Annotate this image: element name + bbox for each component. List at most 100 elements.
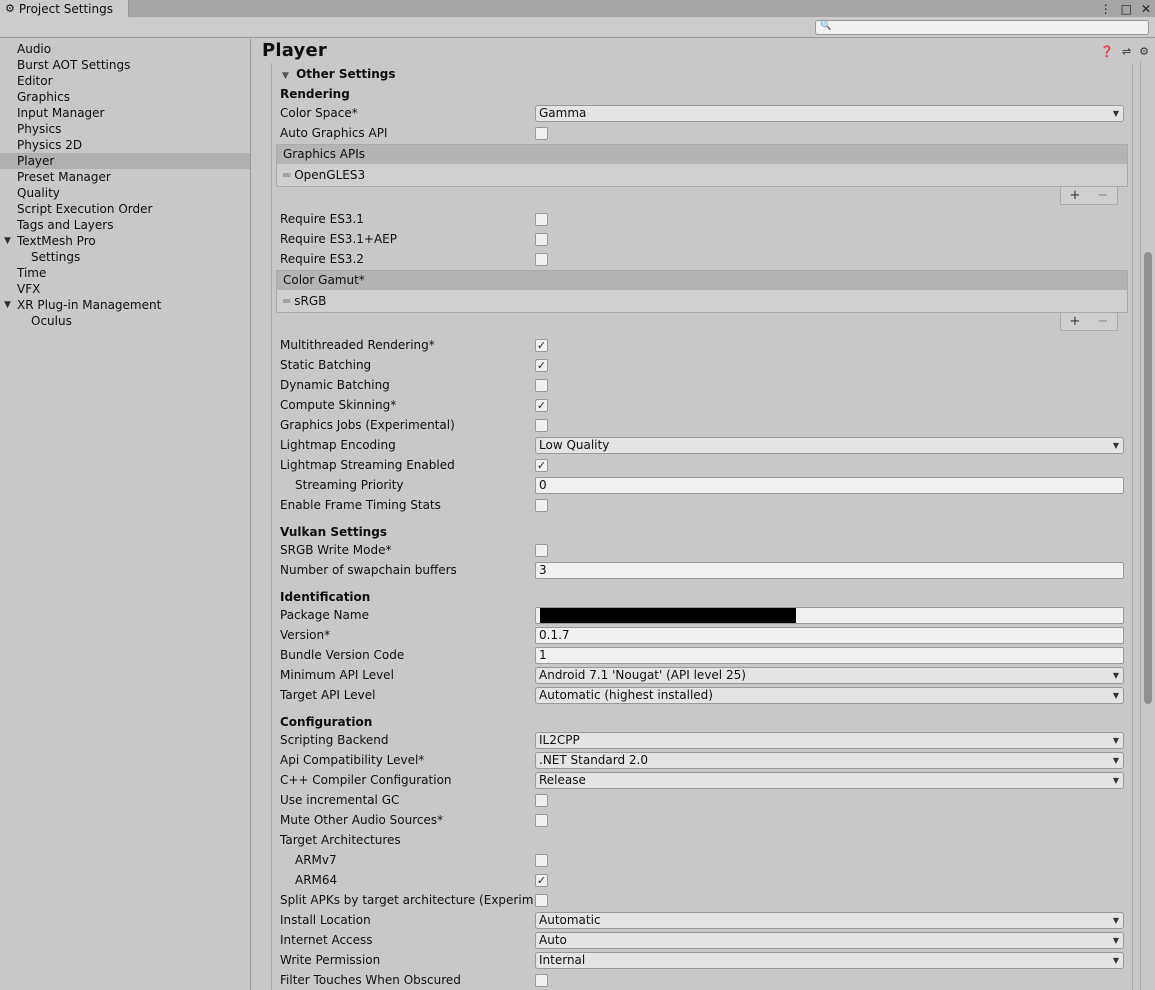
- sidebar-item-audio[interactable]: Audio: [0, 41, 250, 57]
- sidebar-item-textmesh-pro[interactable]: ▼ TextMesh Pro: [0, 233, 250, 249]
- remove-icon[interactable]: −: [1098, 314, 1109, 329]
- scripting-backend-row: Scripting Backend IL2CPP ▼: [280, 731, 1132, 751]
- internet-access-dropdown[interactable]: Auto ▼: [535, 932, 1124, 949]
- search-icon: 🔍: [820, 21, 832, 31]
- sidebar-item-xr-plug-in-management[interactable]: ▼ XR Plug-in Management: [0, 297, 250, 313]
- scripting-backend-dropdown[interactable]: IL2CPP ▼: [535, 732, 1124, 749]
- color-space-dropdown[interactable]: Gamma ▼: [535, 105, 1124, 122]
- sidebar-item-burst-aot-settings[interactable]: Burst AOT Settings: [0, 57, 250, 73]
- sidebar-item-label: TextMesh Pro: [17, 234, 96, 248]
- chevron-down-icon: ▼: [1112, 776, 1119, 785]
- sidebar-item-graphics[interactable]: Graphics: [0, 89, 250, 105]
- cpp-config-label: C++ Compiler Configuration: [280, 773, 452, 787]
- swapchain-field[interactable]: 3: [535, 562, 1124, 579]
- search-input[interactable]: 🔍: [815, 20, 1149, 35]
- multithreaded-checkbox[interactable]: ✓: [535, 339, 548, 352]
- package-name-field[interactable]: [535, 607, 1124, 624]
- arm64-checkbox[interactable]: ✓: [535, 874, 548, 887]
- page-title: Player: [262, 40, 327, 61]
- settings-sidebar: Audio Burst AOT Settings Editor Graphics Inp…: [0, 39, 251, 990]
- filter-touches-checkbox[interactable]: [535, 974, 548, 987]
- srgb-write-checkbox[interactable]: [535, 544, 548, 557]
- target-api-dropdown[interactable]: Automatic (highest installed) ▼: [535, 687, 1124, 704]
- remove-icon[interactable]: −: [1098, 188, 1109, 203]
- sidebar-item-label: Script Execution Order: [17, 202, 153, 216]
- list-item[interactable]: ═ sRGB: [277, 290, 1127, 312]
- chevron-down-icon: ▼: [1112, 441, 1119, 450]
- frame-timing-checkbox[interactable]: [535, 499, 548, 512]
- auto-graphics-api-checkbox[interactable]: [535, 127, 548, 140]
- settings-gear-icon[interactable]: ⚙: [1139, 45, 1149, 58]
- install-location-dropdown[interactable]: Automatic ▼: [535, 912, 1124, 929]
- other-settings-foldout[interactable]: ▼ Other Settings: [282, 67, 395, 81]
- foldout-arrow-icon[interactable]: ▼: [4, 297, 11, 313]
- scripting-backend-label: Scripting Backend: [280, 733, 389, 747]
- mute-audio-checkbox[interactable]: [535, 814, 548, 827]
- split-apks-row: Split APKs by target architecture (Exper…: [280, 891, 1132, 911]
- sidebar-item-label: Burst AOT Settings: [17, 58, 131, 72]
- sidebar-item-input-manager[interactable]: Input Manager: [0, 105, 250, 121]
- lightmap-streaming-checkbox[interactable]: ✓: [535, 459, 548, 472]
- sidebar-item-time[interactable]: Time: [0, 265, 250, 281]
- sidebar-item-label: Input Manager: [17, 106, 105, 120]
- cpp-config-row: C++ Compiler Configuration Release ▼: [280, 771, 1132, 791]
- mute-audio-label: Mute Other Audio Sources*: [280, 813, 444, 827]
- lightmap-encoding-dropdown[interactable]: Low Quality ▼: [535, 437, 1124, 454]
- sidebar-item-label: VFX: [17, 282, 41, 296]
- write-permission-label: Write Permission: [280, 953, 381, 967]
- add-icon[interactable]: +: [1070, 314, 1081, 329]
- sidebar-item-label: Editor: [17, 74, 53, 88]
- bundle-code-field[interactable]: 1: [535, 647, 1124, 664]
- title-bar: ⚙ Project Settings ⋮ □ ✕: [0, 0, 1155, 17]
- dynamic-batching-checkbox[interactable]: [535, 379, 548, 392]
- sidebar-item-physics[interactable]: Physics: [0, 121, 250, 137]
- require-es31aep-checkbox[interactable]: [535, 233, 548, 246]
- foldout-arrow-icon[interactable]: ▼: [4, 233, 11, 249]
- require-es31aep-row: Require ES3.1+AEP: [280, 230, 1132, 250]
- sidebar-item-tags-and-layers[interactable]: Tags and Layers: [0, 217, 250, 233]
- sidebar-item-oculus[interactable]: Oculus: [0, 313, 250, 329]
- project-settings-tab[interactable]: ⚙ Project Settings: [0, 0, 129, 17]
- drag-handle-icon[interactable]: ═: [283, 168, 290, 182]
- api-compat-dropdown[interactable]: .NET Standard 2.0 ▼: [535, 752, 1124, 769]
- srgb-write-row: SRGB Write Mode*: [280, 541, 1132, 561]
- list-item[interactable]: ═ OpenGLES3: [277, 164, 1127, 186]
- min-api-dropdown[interactable]: Android 7.1 'Nougat' (API level 25) ▼: [535, 667, 1124, 684]
- sidebar-item-preset-manager[interactable]: Preset Manager: [0, 169, 250, 185]
- add-icon[interactable]: +: [1070, 188, 1081, 203]
- scrollbar-thumb[interactable]: [1144, 252, 1152, 704]
- lightmap-streaming-label: Lightmap Streaming Enabled: [280, 458, 455, 472]
- incremental-gc-checkbox[interactable]: [535, 794, 548, 807]
- split-apks-checkbox[interactable]: [535, 894, 548, 907]
- require-es31-checkbox[interactable]: [535, 213, 548, 226]
- require-es32-checkbox[interactable]: [535, 253, 548, 266]
- version-row: Version* 0.1.7: [280, 626, 1132, 646]
- armv7-checkbox[interactable]: [535, 854, 548, 867]
- api-compat-row: Api Compatibility Level* .NET Standard 2…: [280, 751, 1132, 771]
- sidebar-item-script-execution-order[interactable]: Script Execution Order: [0, 201, 250, 217]
- sidebar-item-settings[interactable]: Settings: [0, 249, 250, 265]
- presets-icon[interactable]: ⇌: [1122, 45, 1131, 58]
- streaming-priority-field[interactable]: 0: [535, 477, 1124, 494]
- sidebar-item-vfx[interactable]: VFX: [0, 281, 250, 297]
- compute-skinning-checkbox[interactable]: ✓: [535, 399, 548, 412]
- drag-handle-icon[interactable]: ═: [283, 294, 290, 308]
- more-options-icon[interactable]: ⋮: [1100, 2, 1112, 16]
- inspector-content: ▼ Other Settings Rendering Color Space* …: [271, 63, 1133, 990]
- color-space-row: Color Space* Gamma ▼: [280, 104, 1132, 124]
- help-icon[interactable]: ❓: [1100, 45, 1114, 58]
- sidebar-item-quality[interactable]: Quality: [0, 185, 250, 201]
- lightmap-streaming-row: Lightmap Streaming Enabled ✓: [280, 456, 1132, 476]
- graphics-jobs-checkbox[interactable]: [535, 419, 548, 432]
- maximize-icon[interactable]: □: [1121, 2, 1132, 16]
- write-permission-dropdown[interactable]: Internal ▼: [535, 952, 1124, 969]
- multithreaded-row: Multithreaded Rendering* ✓: [280, 336, 1132, 356]
- sidebar-item-player[interactable]: Player: [0, 153, 250, 169]
- vertical-scrollbar[interactable]: [1140, 61, 1155, 990]
- sidebar-item-editor[interactable]: Editor: [0, 73, 250, 89]
- static-batching-checkbox[interactable]: ✓: [535, 359, 548, 372]
- sidebar-item-physics-2d[interactable]: Physics 2D: [0, 137, 250, 153]
- close-icon[interactable]: ✕: [1141, 2, 1151, 16]
- cpp-config-dropdown[interactable]: Release ▼: [535, 772, 1124, 789]
- version-field[interactable]: 0.1.7: [535, 627, 1124, 644]
